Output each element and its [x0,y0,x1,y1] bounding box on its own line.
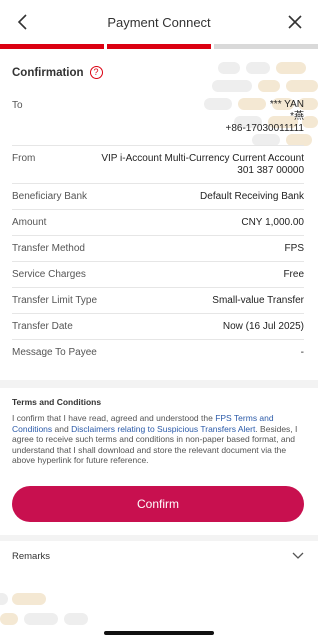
row-amount: Amount CNY 1,000.00 [12,210,304,236]
transfer-limit-label: Transfer Limit Type [12,295,98,306]
close-icon [288,15,302,29]
close-button[interactable] [286,13,304,31]
confirmation-heading: Confirmation ? [12,66,103,79]
from-account-name: VIP i-Account Multi-Currency Current Acc… [101,153,304,164]
page-title: Payment Connect [107,14,211,30]
transfer-limit-value: Small-value Transfer [212,295,304,306]
row-transfer-method: Transfer Method FPS [12,236,304,262]
row-service-charges: Service Charges Free [12,262,304,288]
terms-text-part-1: I confirm that I have read, agreed and u… [12,413,216,423]
terms-title: Terms and Conditions [12,397,102,407]
service-charges-value: Free [283,269,304,280]
remarks-toggle[interactable]: Remarks [12,548,304,564]
from-account-number: 301 387 00000 [237,165,304,176]
progress-step-3 [214,44,318,49]
disclaimers-link[interactable]: Disclaimers relating to Suspicious Trans… [71,424,255,434]
payee-phone: +86-17030011111 [225,123,304,134]
help-icon[interactable]: ? [89,66,103,79]
service-charges-label: Service Charges [12,269,86,280]
amount-value: CNY 1,000.00 [241,217,304,228]
back-button[interactable] [14,12,32,32]
terms-text: I confirm that I have read, agreed and u… [12,413,306,466]
message-value: - [300,347,304,358]
transfer-method-value: FPS [284,243,304,254]
payee-name-line2: *燕 [290,111,304,122]
from-value: VIP i-Account Multi-Currency Current Acc… [101,146,304,177]
amount-label: Amount [12,217,47,228]
row-from: From VIP i-Account Multi-Currency Curren… [12,146,304,184]
to-value: *** YAN *燕 +86-17030011111 [225,92,304,135]
progress-step-1 [0,44,104,49]
row-to: To *** YAN *燕 +86-17030011111 [12,88,304,146]
section-divider-2 [0,535,318,541]
section-divider [0,380,318,388]
beneficiary-bank-value: Default Receiving Bank [200,191,304,202]
terms-text-part-2: and [52,423,72,434]
decorative-pattern-bottom [0,593,88,625]
header-bar: Payment Connect [0,0,318,44]
payee-name: *** YAN [269,99,304,110]
beneficiary-bank-label: Beneficiary Bank [12,191,88,202]
row-transfer-limit-type: Transfer Limit Type Small-value Transfer [12,288,304,314]
progress-step-2 [107,44,211,49]
confirm-button[interactable]: Confirm [12,486,304,522]
row-beneficiary-bank: Beneficiary Bank Default Receiving Bank [12,184,304,210]
chevron-left-icon [17,14,27,30]
transfer-method-label: Transfer Method [12,243,85,254]
remarks-label: Remarks [12,550,51,562]
transfer-date-label: Transfer Date [12,321,73,332]
row-message-to-payee: Message To Payee - [12,340,304,366]
chevron-down-icon [292,552,304,559]
confirmation-details: To *** YAN *燕 +86-17030011111 From VIP i… [12,88,304,366]
to-label: To [12,100,23,111]
row-transfer-date: Transfer Date Now (16 Jul 2025) [12,314,304,340]
from-label: From [12,153,36,164]
confirmation-title: Confirmation [12,66,84,79]
progress-bar [0,44,318,49]
transfer-date-value: Now (16 Jul 2025) [222,321,304,332]
home-indicator [104,631,214,635]
message-label: Message To Payee [12,347,97,358]
